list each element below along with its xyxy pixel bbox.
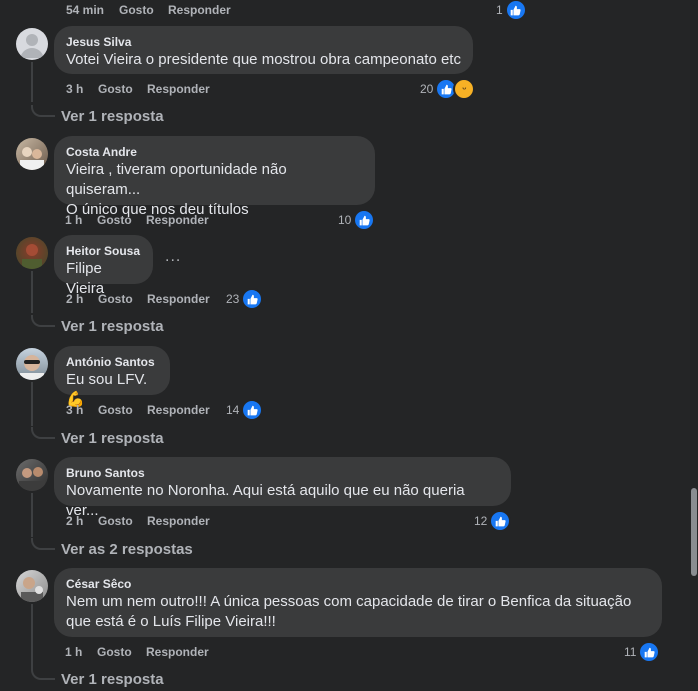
haha-reaction-icon: ᵕ bbox=[453, 78, 476, 100]
thread-connector bbox=[31, 538, 55, 550]
photo-avatar-icon bbox=[22, 244, 42, 269]
comment-author[interactable]: António Santos bbox=[66, 354, 158, 370]
photo-avatar-icon bbox=[20, 355, 44, 380]
scrollbar-track[interactable] bbox=[690, 0, 698, 691]
like-button[interactable]: Gosto bbox=[98, 82, 133, 96]
thread-line bbox=[31, 604, 33, 668]
like-button[interactable]: Gosto bbox=[97, 645, 132, 659]
reaction-count[interactable]: 10 bbox=[338, 209, 376, 231]
like-reaction-icon bbox=[241, 288, 264, 310]
reply-button[interactable]: Responder bbox=[146, 645, 209, 659]
comment-text: Votei Vieira o presidente que mostrou ob… bbox=[66, 51, 461, 68]
reaction-count[interactable]: 20 ᵕ bbox=[420, 78, 476, 100]
comment-time[interactable]: 3 h bbox=[66, 403, 83, 417]
avatar[interactable] bbox=[16, 570, 48, 602]
comment-bubble: Bruno Santos Novamente no Noronha. Aqui … bbox=[54, 457, 511, 519]
reaction-number: 14 bbox=[226, 403, 240, 417]
avatar[interactable] bbox=[16, 138, 48, 170]
comment-bubble: Costa Andre Vieira , tiveram oportunidad… bbox=[54, 136, 375, 218]
avatar[interactable] bbox=[16, 348, 48, 380]
like-button[interactable]: Gosto bbox=[98, 514, 133, 528]
like-reaction-icon bbox=[489, 510, 512, 532]
default-avatar-icon bbox=[20, 34, 44, 58]
like-reaction-icon bbox=[353, 209, 376, 231]
view-replies-link[interactable]: Ver 1 resposta bbox=[61, 430, 164, 447]
comment-author[interactable]: César Sêco bbox=[66, 576, 650, 592]
thread-line bbox=[31, 493, 33, 537]
reaction-number: 10 bbox=[338, 213, 352, 227]
comment-text: Vieira , tiveram oportunidade não quiser… bbox=[66, 161, 287, 198]
avatar[interactable] bbox=[16, 459, 48, 491]
like-reaction-icon bbox=[504, 0, 527, 21]
reply-button[interactable]: Responder bbox=[147, 82, 210, 96]
reaction-count[interactable]: 12 bbox=[474, 510, 512, 532]
comment-author[interactable]: Jesus Silva bbox=[66, 34, 461, 50]
comment-author[interactable]: Bruno Santos bbox=[66, 465, 499, 481]
view-replies-link[interactable]: Ver 1 resposta bbox=[61, 108, 164, 125]
reply-button[interactable]: Responder bbox=[168, 3, 231, 17]
thread-connector bbox=[31, 315, 55, 327]
comment-time[interactable]: 1 h bbox=[65, 645, 82, 659]
like-reaction-icon bbox=[241, 399, 264, 421]
comment-bubble: César Sêco Nem um nem outro!!! A única p… bbox=[54, 568, 662, 637]
reaction-count[interactable]: 1 bbox=[496, 0, 527, 21]
photo-avatar-icon bbox=[19, 467, 45, 491]
comment-time[interactable]: 1 h bbox=[65, 213, 82, 227]
comment-time[interactable]: 54 min bbox=[66, 3, 104, 17]
reply-button[interactable]: Responder bbox=[147, 403, 210, 417]
avatar[interactable] bbox=[16, 28, 48, 60]
view-replies-link[interactable]: Ver 1 resposta bbox=[61, 318, 164, 335]
reaction-count[interactable]: 11 bbox=[624, 641, 661, 663]
reply-button[interactable]: Responder bbox=[147, 292, 210, 306]
comment-author[interactable]: Costa Andre bbox=[66, 144, 363, 160]
reaction-number: 20 bbox=[420, 82, 434, 96]
reaction-count[interactable]: 14 bbox=[226, 399, 264, 421]
reply-button[interactable]: Responder bbox=[147, 514, 210, 528]
thread-connector bbox=[31, 105, 55, 117]
comment-text: Nem um nem outro!!! A única pessoas com … bbox=[66, 593, 632, 610]
thread-line bbox=[31, 382, 33, 426]
comment-bubble: Jesus Silva Votei Vieira o presidente qu… bbox=[54, 26, 473, 74]
thread-connector bbox=[31, 427, 55, 439]
comment-time[interactable]: 3 h bbox=[66, 82, 83, 96]
reaction-number: 11 bbox=[624, 645, 637, 659]
view-replies-link[interactable]: Ver as 2 respostas bbox=[61, 541, 193, 558]
thread-line bbox=[31, 271, 33, 313]
photo-avatar-icon bbox=[21, 577, 43, 602]
comment-time[interactable]: 2 h bbox=[66, 292, 83, 306]
reaction-number: 23 bbox=[226, 292, 240, 306]
like-reaction-icon bbox=[638, 641, 661, 663]
avatar[interactable] bbox=[16, 237, 48, 269]
comment-author[interactable]: Heitor Sousa bbox=[66, 243, 141, 259]
thread-connector bbox=[31, 668, 55, 680]
more-options-button[interactable]: ... bbox=[165, 248, 181, 266]
comment-bubble: Heitor Sousa Filipe Vieira bbox=[54, 235, 153, 297]
reply-button[interactable]: Responder bbox=[146, 213, 209, 227]
photo-avatar-icon bbox=[20, 147, 44, 170]
like-button[interactable]: Gosto bbox=[98, 403, 133, 417]
comment-text: que está é o Luís Filipe Vieira!!! bbox=[66, 613, 276, 630]
comment-time[interactable]: 2 h bbox=[66, 514, 83, 528]
like-button[interactable]: Gosto bbox=[97, 213, 132, 227]
reaction-number: 12 bbox=[474, 514, 488, 528]
view-replies-link[interactable]: Ver 1 resposta bbox=[61, 671, 164, 688]
reaction-number: 1 bbox=[496, 3, 503, 17]
comment-bubble: António Santos Eu sou LFV.💪 bbox=[54, 346, 170, 408]
scrollbar-thumb[interactable] bbox=[691, 488, 697, 576]
like-button[interactable]: Gosto bbox=[119, 3, 154, 17]
like-button[interactable]: Gosto bbox=[98, 292, 133, 306]
thread-line bbox=[31, 62, 33, 102]
reaction-count[interactable]: 23 bbox=[226, 288, 264, 310]
